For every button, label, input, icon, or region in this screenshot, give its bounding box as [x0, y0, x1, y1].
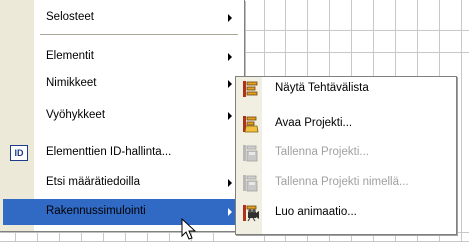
id-icon: ID — [10, 145, 28, 161]
menu-item-label: Selosteet — [46, 11, 94, 23]
menu-item-etsi-maaratiedoilla[interactable]: Etsi määrätiedoilla — [0, 172, 244, 194]
menu-item-vyohykkeet[interactable]: Vyöhykkeet — [0, 105, 244, 127]
submenu-arrow-icon — [228, 112, 232, 120]
submenu-item-tallenna-projekti-nimella[interactable]: Tallenna Projekti nimellä... — [236, 171, 456, 195]
submenu-arrow-icon — [228, 208, 232, 216]
submenu-item-label: Luo animaatio... — [275, 206, 357, 218]
menu-item-label: Elementtien ID-hallinta... — [46, 146, 172, 158]
submenu-item-label: Tallenna Projekti... — [275, 146, 369, 158]
menu-item-label: Etsi määrätiedoilla — [46, 176, 140, 188]
open-project-icon — [243, 116, 259, 133]
menu-item-elementit[interactable]: Elementit — [0, 46, 244, 68]
menu-item-selosteet[interactable]: Selosteet — [0, 7, 244, 29]
menu-item-label: Vyöhykkeet — [46, 109, 106, 121]
context-menu: Selosteet Elementit Nimikkeet Vyöhykkeet… — [0, 0, 245, 232]
menu-item-id-hallinta[interactable]: ID Elementtien ID-hallinta... — [0, 142, 244, 164]
menu-item-label: Rakennussimulointi — [46, 205, 146, 217]
create-animation-icon — [243, 205, 259, 222]
submenu-item-label: Näytä Tehtävälista — [275, 82, 369, 94]
submenu-arrow-icon — [228, 80, 232, 88]
save-project-icon — [243, 145, 258, 162]
submenu-arrow-icon — [228, 14, 232, 22]
menu-item-label: Elementit — [46, 50, 94, 62]
submenu-item-nayta-tehtavalista[interactable]: Näytä Tehtävälista — [236, 77, 456, 101]
submenu-arrow-icon — [228, 53, 232, 61]
menu-item-label: Nimikkeet — [46, 77, 97, 89]
task-list-icon — [243, 81, 258, 97]
menu-item-nimikkeet[interactable]: Nimikkeet — [0, 73, 244, 95]
submenu-item-tallenna-projekti[interactable]: Tallenna Projekti... — [236, 141, 456, 165]
menu-item-rakennussimulointi[interactable]: Rakennussimulointi — [3, 199, 241, 225]
mouse-pointer-icon — [181, 218, 197, 240]
submenu-item-avaa-projekti[interactable]: Avaa Projekti... — [236, 112, 456, 136]
submenu-item-label: Tallenna Projekti nimellä... — [275, 176, 409, 188]
save-project-as-icon — [243, 175, 258, 192]
submenu-arrow-icon — [228, 179, 232, 187]
rakennussimulointi-submenu: Näytä Tehtävälista Avaa Projekti... Tall… — [235, 76, 457, 235]
submenu-item-label: Avaa Projekti... — [275, 117, 353, 129]
menu-separator — [40, 34, 238, 35]
submenu-item-luo-animaatio[interactable]: Luo animaatio... — [236, 201, 456, 225]
